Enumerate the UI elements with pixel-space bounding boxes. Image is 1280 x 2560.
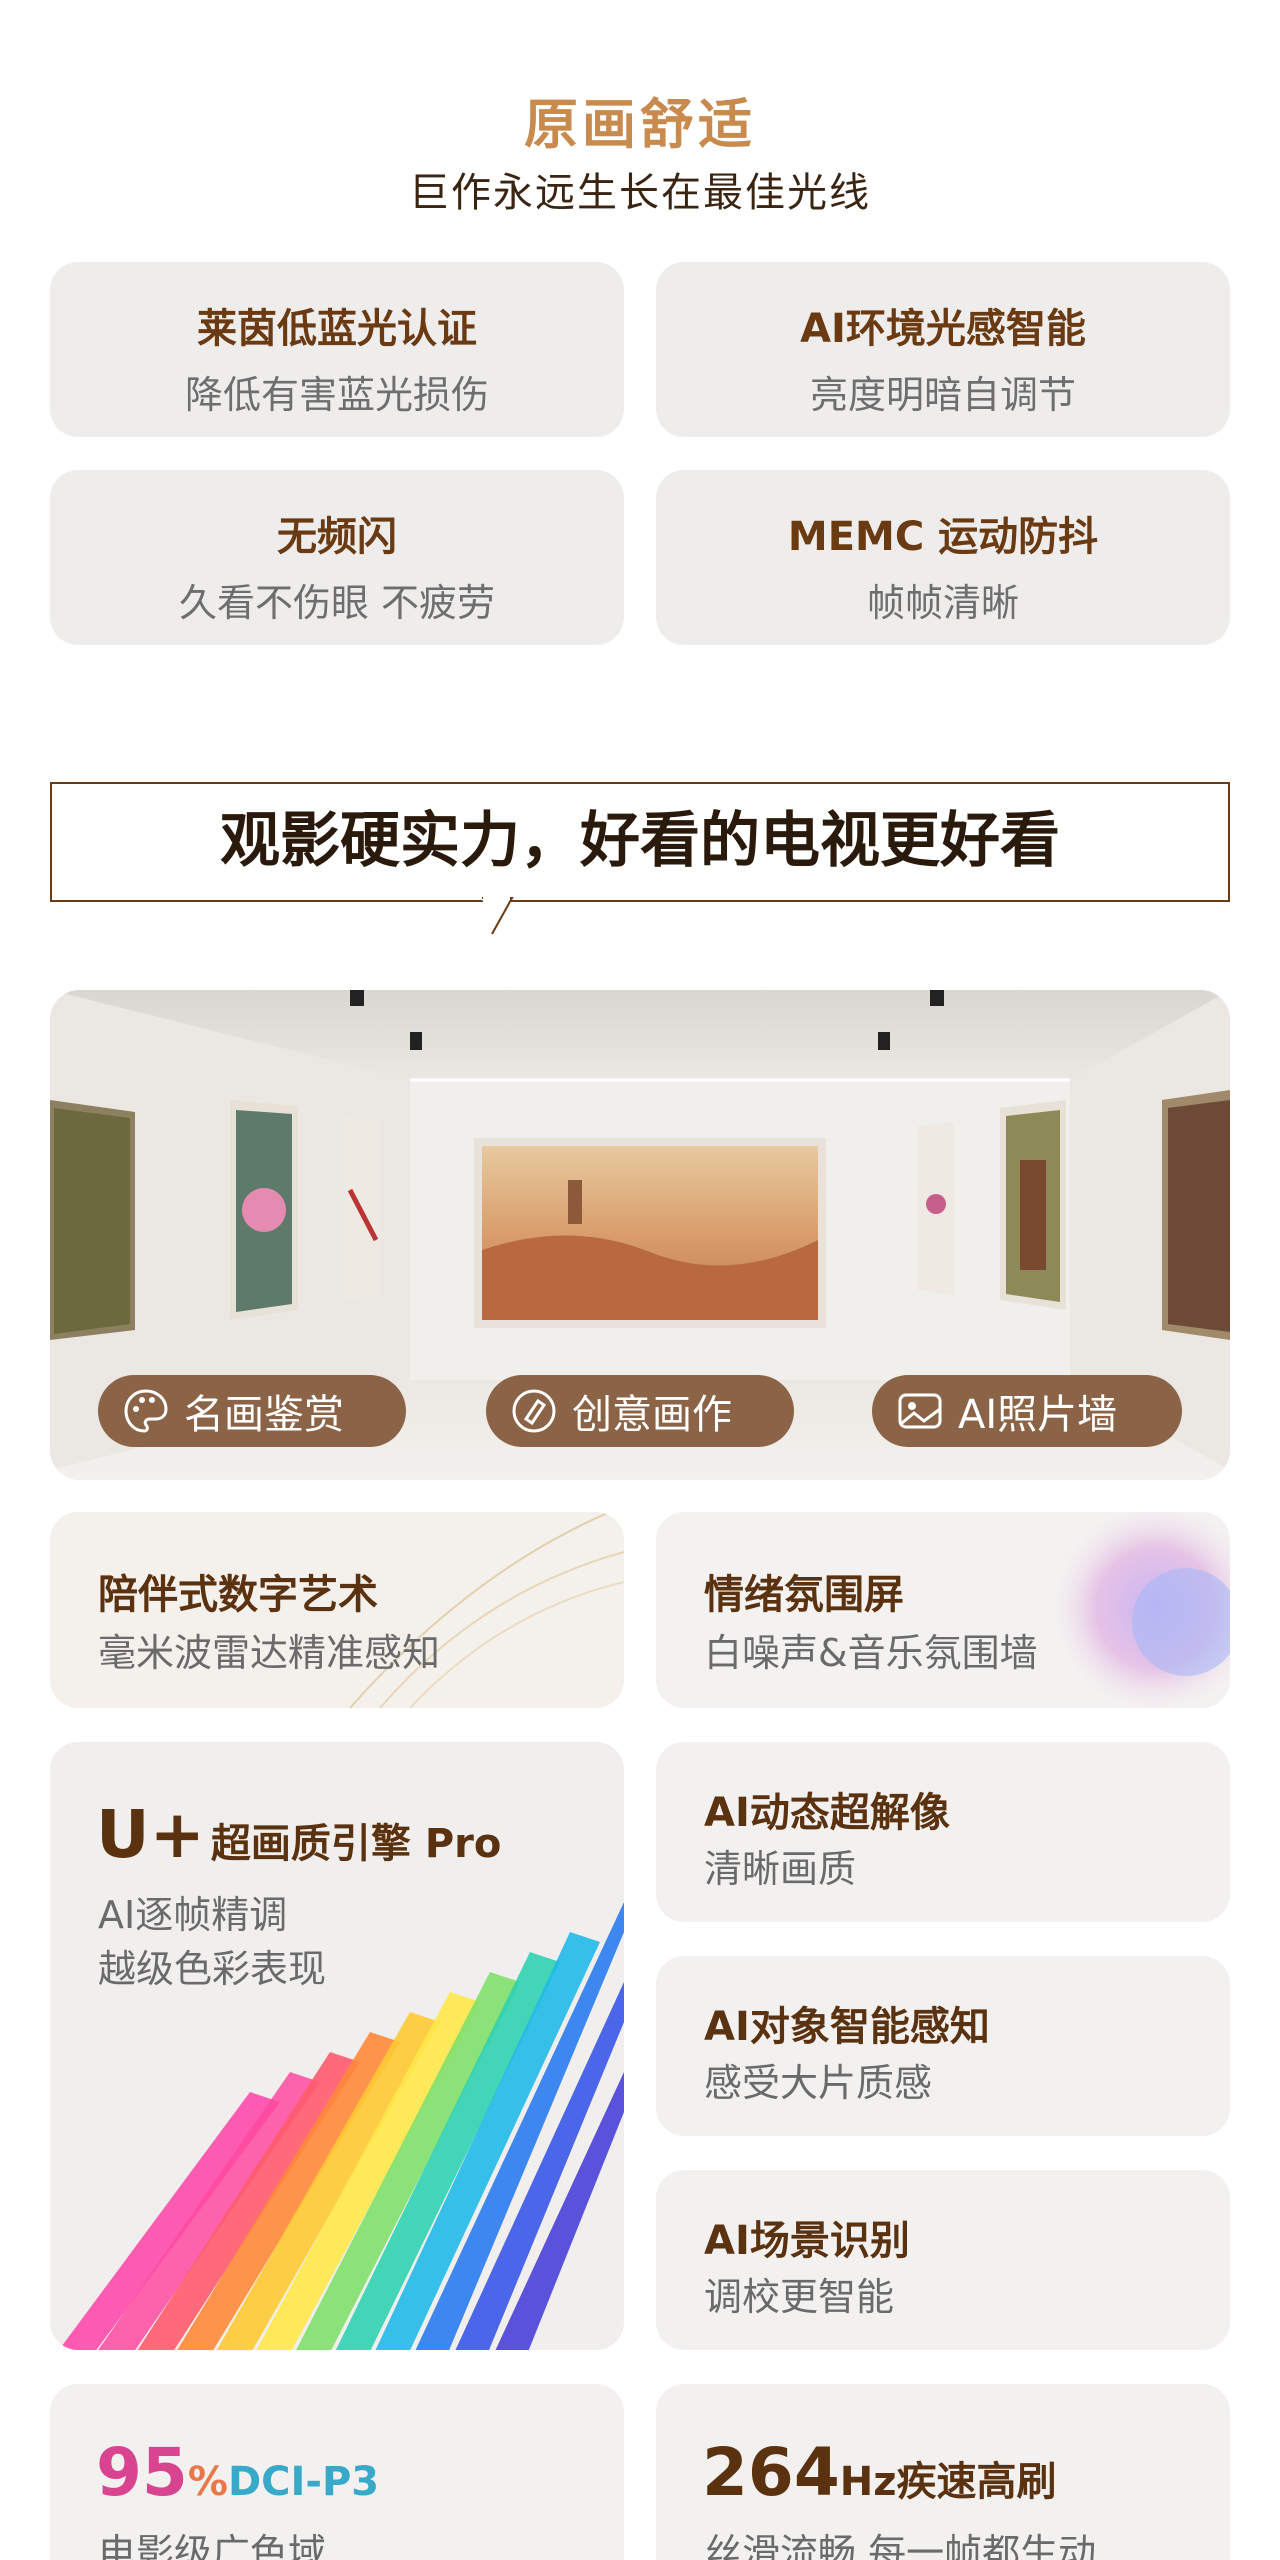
feature-desc: 降低有害蓝光损伤 (184, 373, 489, 417)
card-picture-engine: U+ 超画质引擎 Pro AI逐帧精调 越级色彩表现 (50, 1742, 624, 2350)
card-desc: 电影级广色域 (98, 2531, 327, 2560)
card-object-perception: AI对象智能感知 感受大片质感 (656, 1956, 1230, 2136)
feature-title: AI环境光感智能 (800, 306, 1086, 352)
card-title: AI对象智能感知 (704, 2004, 990, 2050)
card-desc: 感受大片质感 (704, 2061, 933, 2105)
card-desc: 丝滑流畅 每一帧都生动 (704, 2531, 1097, 2560)
card-desc: 白噪声&音乐氛围墙 (704, 1631, 1038, 1675)
gamut-stat: 95 % DCI-P3 (96, 2434, 379, 2511)
feature-title: 莱茵低蓝光认证 (197, 306, 477, 352)
palette-icon (124, 1389, 168, 1433)
feature-card-flicker-free: 无频闪 久看不伤眼 不疲劳 (50, 470, 624, 645)
pill-label: AI照片墙 (958, 1392, 1118, 1438)
card-title: AI动态超解像 (704, 1790, 950, 1836)
gamut-value: 95 (96, 2434, 188, 2511)
card-super-resolution: AI动态超解像 清晰画质 (656, 1742, 1230, 1922)
pill-ai-photo-wall[interactable]: AI照片墙 (872, 1375, 1182, 1447)
feature-card-low-blue-light: 莱茵低蓝光认证 降低有害蓝光损伤 (50, 262, 624, 437)
banner-text: 观影硬实力，好看的电视更好看 (220, 806, 1060, 876)
gamut-label: DCI-P3 (227, 2459, 380, 2505)
feature-desc: 帧帧清晰 (866, 581, 1019, 625)
section-title: 原画舒适 (524, 93, 756, 156)
gamut-unit: % (187, 2459, 228, 2505)
card-title: 情绪氛围屏 (704, 1572, 904, 1618)
card-color-gamut: 95 % DCI-P3 电影级广色域 (50, 2384, 624, 2560)
feature-desc: 亮度明暗自调节 (809, 373, 1076, 417)
card-title: AI场景识别 (704, 2218, 910, 2264)
feature-card-ambient-light: AI环境光感智能 亮度明暗自调节 (656, 262, 1230, 437)
card-desc: 调校更智能 (704, 2275, 895, 2319)
refresh-stat: 264 Hz 疾速高刷 (702, 2434, 1057, 2511)
card-digital-art: 陪伴式数字艺术 毫米波雷达精准感知 (50, 1512, 624, 1708)
card-desc: 毫米波雷达精准感知 (98, 1631, 441, 1675)
gallery-image: 名画鉴赏 创意画作 AI照片墙 (50, 990, 1230, 1480)
pill-creative-art[interactable]: 创意画作 (486, 1375, 794, 1447)
section-subtitle: 巨作永远生长在最佳光线 (409, 170, 871, 216)
card-scene-recognition: AI场景识别 调校更智能 (656, 2170, 1230, 2350)
speech-tail-icon (482, 896, 514, 935)
feature-title: 无频闪 (277, 514, 397, 560)
card-ambience-screen: 情绪氛围屏 白噪声&音乐氛围墙 (656, 1512, 1230, 1708)
feature-title: MEMC 运动防抖 (787, 514, 1099, 560)
card-title: 陪伴式数字艺术 (98, 1572, 378, 1618)
refresh-label: 疾速高刷 (896, 2459, 1057, 2505)
card-refresh-rate: 264 Hz 疾速高刷 丝滑流畅 每一帧都生动 (656, 2384, 1230, 2560)
pill-label: 名画鉴赏 (184, 1392, 344, 1438)
photo-icon (898, 1393, 942, 1429)
creative-brush-icon (512, 1389, 556, 1433)
refresh-unit: Hz (839, 2459, 897, 2505)
color-glass-panels-illustration (58, 1902, 624, 2350)
pill-label: 创意画作 (572, 1392, 732, 1438)
card-desc: 清晰画质 (704, 1847, 857, 1891)
headline-banner: 观影硬实力，好看的电视更好看 (50, 782, 1230, 902)
refresh-value: 264 (702, 2434, 840, 2511)
feature-desc: 久看不伤眼 不疲劳 (178, 581, 496, 625)
feature-card-memc: MEMC 运动防抖 帧帧清晰 (656, 470, 1230, 645)
pill-famous-paintings[interactable]: 名画鉴赏 (98, 1375, 406, 1447)
